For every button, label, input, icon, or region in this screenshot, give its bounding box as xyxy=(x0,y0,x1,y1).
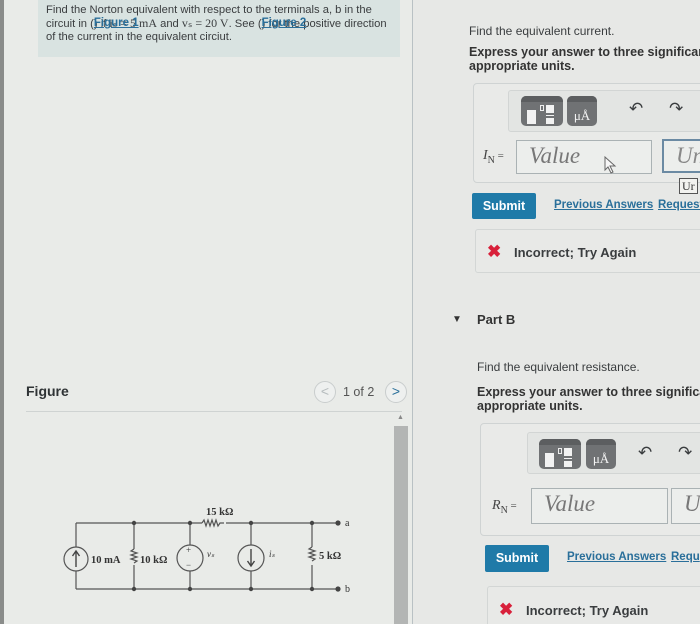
terminal-b-node xyxy=(335,586,341,592)
error-x-icon: ✖ xyxy=(487,242,502,261)
units-button[interactable]: μÅ xyxy=(586,439,616,469)
part-a-previous-answers-link[interactable]: Previous Answers xyxy=(554,199,653,211)
resistor-15k xyxy=(201,518,224,528)
part-a-request-answer-link[interactable]: Request xyxy=(658,199,700,211)
units-icon: μÅ xyxy=(592,451,610,466)
terminal-a-node xyxy=(335,520,341,526)
problem-text: . See ( xyxy=(228,18,262,30)
figure-title: Figure xyxy=(26,383,69,399)
units-input[interactable]: U xyxy=(671,488,700,524)
part-b-submit-button[interactable]: Submit xyxy=(485,545,549,572)
part-a-prompt: Find the equivalent current. xyxy=(469,24,615,38)
redo-icon[interactable]: ↷ xyxy=(669,99,683,119)
figure-next-button[interactable]: > xyxy=(385,381,407,403)
rn-label: RN = xyxy=(492,498,517,516)
part-b-feedback: ✖ Incorrect; Try Again xyxy=(487,586,700,624)
label-a: a xyxy=(345,518,350,529)
part-b-instruction-2: appropriate units. xyxy=(477,399,583,413)
part-b-instruction: Express your answer to three significa xyxy=(477,385,700,399)
units-input[interactable]: Uni xyxy=(662,139,700,173)
part-a-feedback: ✖ Incorrect; Try Again xyxy=(475,229,700,273)
value-input[interactable]: Value xyxy=(516,140,652,174)
resistor-10k xyxy=(129,548,139,564)
error-x-icon: ✖ xyxy=(499,600,514,619)
part-b-prompt: Find the equivalent resistance. xyxy=(477,360,640,374)
figure-scrollbar[interactable] xyxy=(394,426,408,624)
redo-icon[interactable]: ↷ xyxy=(678,443,692,463)
left-pane: Find the Norton equivalent with respect … xyxy=(4,0,412,624)
resistor-5k xyxy=(307,546,317,562)
part-b-toolbar: μÅ ↶ ↷ xyxy=(527,432,700,474)
part-b-answer-box: μÅ ↶ ↷ RN = Value U xyxy=(480,423,700,536)
figure-2-link[interactable]: Figure 2 xyxy=(262,17,307,30)
figure-prev-button[interactable]: < xyxy=(314,381,336,403)
label-10k: 10 kΩ xyxy=(140,555,167,566)
undo-icon[interactable]: ↶ xyxy=(629,99,643,119)
problem-statement: Find the Norton equivalent with respect … xyxy=(38,0,400,57)
part-b-collapse-caret-icon[interactable]: ▼ xyxy=(452,314,462,325)
label-5k: 5 kΩ xyxy=(319,551,341,562)
part-a-instruction: Express your answer to three significant xyxy=(469,45,700,59)
mouse-cursor-icon xyxy=(604,156,617,174)
part-a-answer-box: μÅ ↶ ↷ ↻ IN = Value Uni xyxy=(473,83,700,183)
figure-page-indicator: 1 of 2 xyxy=(343,385,375,399)
undo-icon[interactable]: ↶ xyxy=(638,443,652,463)
templates-button[interactable] xyxy=(539,439,581,469)
value-input[interactable]: Value xyxy=(531,488,668,524)
divider xyxy=(26,411,402,412)
label-vs: vₛ xyxy=(207,549,215,559)
figure-1-link[interactable]: Figure 1 xyxy=(94,17,139,30)
part-b-previous-answers-link[interactable]: Previous Answers xyxy=(567,551,666,563)
part-a-submit-button[interactable]: Submit xyxy=(472,193,536,219)
vs-value: vₛ = 20 V xyxy=(181,16,229,30)
feedback-text: Incorrect; Try Again xyxy=(526,603,649,618)
units-tooltip: Ur xyxy=(679,178,698,194)
part-b-request-answer-link[interactable]: Requ xyxy=(671,551,700,563)
label-is: iₛ xyxy=(269,549,276,559)
part-a-toolbar: μÅ ↶ ↷ ↻ xyxy=(508,90,700,132)
right-pane: Find the equivalent current. Express you… xyxy=(413,0,700,624)
problem-text: and xyxy=(157,18,182,30)
scroll-up-icon[interactable]: ▲ xyxy=(397,414,404,421)
label-b: b xyxy=(345,584,350,595)
units-button[interactable]: μÅ xyxy=(567,96,597,126)
label-15k: 15 kΩ xyxy=(206,507,233,518)
units-icon: μÅ xyxy=(573,108,591,123)
label-minus: − xyxy=(186,560,191,570)
in-label: IN = xyxy=(483,148,504,166)
label-10ma: 10 mA xyxy=(91,555,121,566)
part-a-instruction-2: appropriate units. xyxy=(469,59,575,73)
label-plus: + xyxy=(186,545,191,555)
circuit-diagram: 10 mA 10 kΩ 15 kΩ + − vₛ iₛ 5 kΩ a b xyxy=(63,507,350,595)
templates-button[interactable] xyxy=(521,96,563,126)
feedback-text: Incorrect; Try Again xyxy=(514,245,637,260)
part-b-title[interactable]: Part B xyxy=(477,312,515,327)
